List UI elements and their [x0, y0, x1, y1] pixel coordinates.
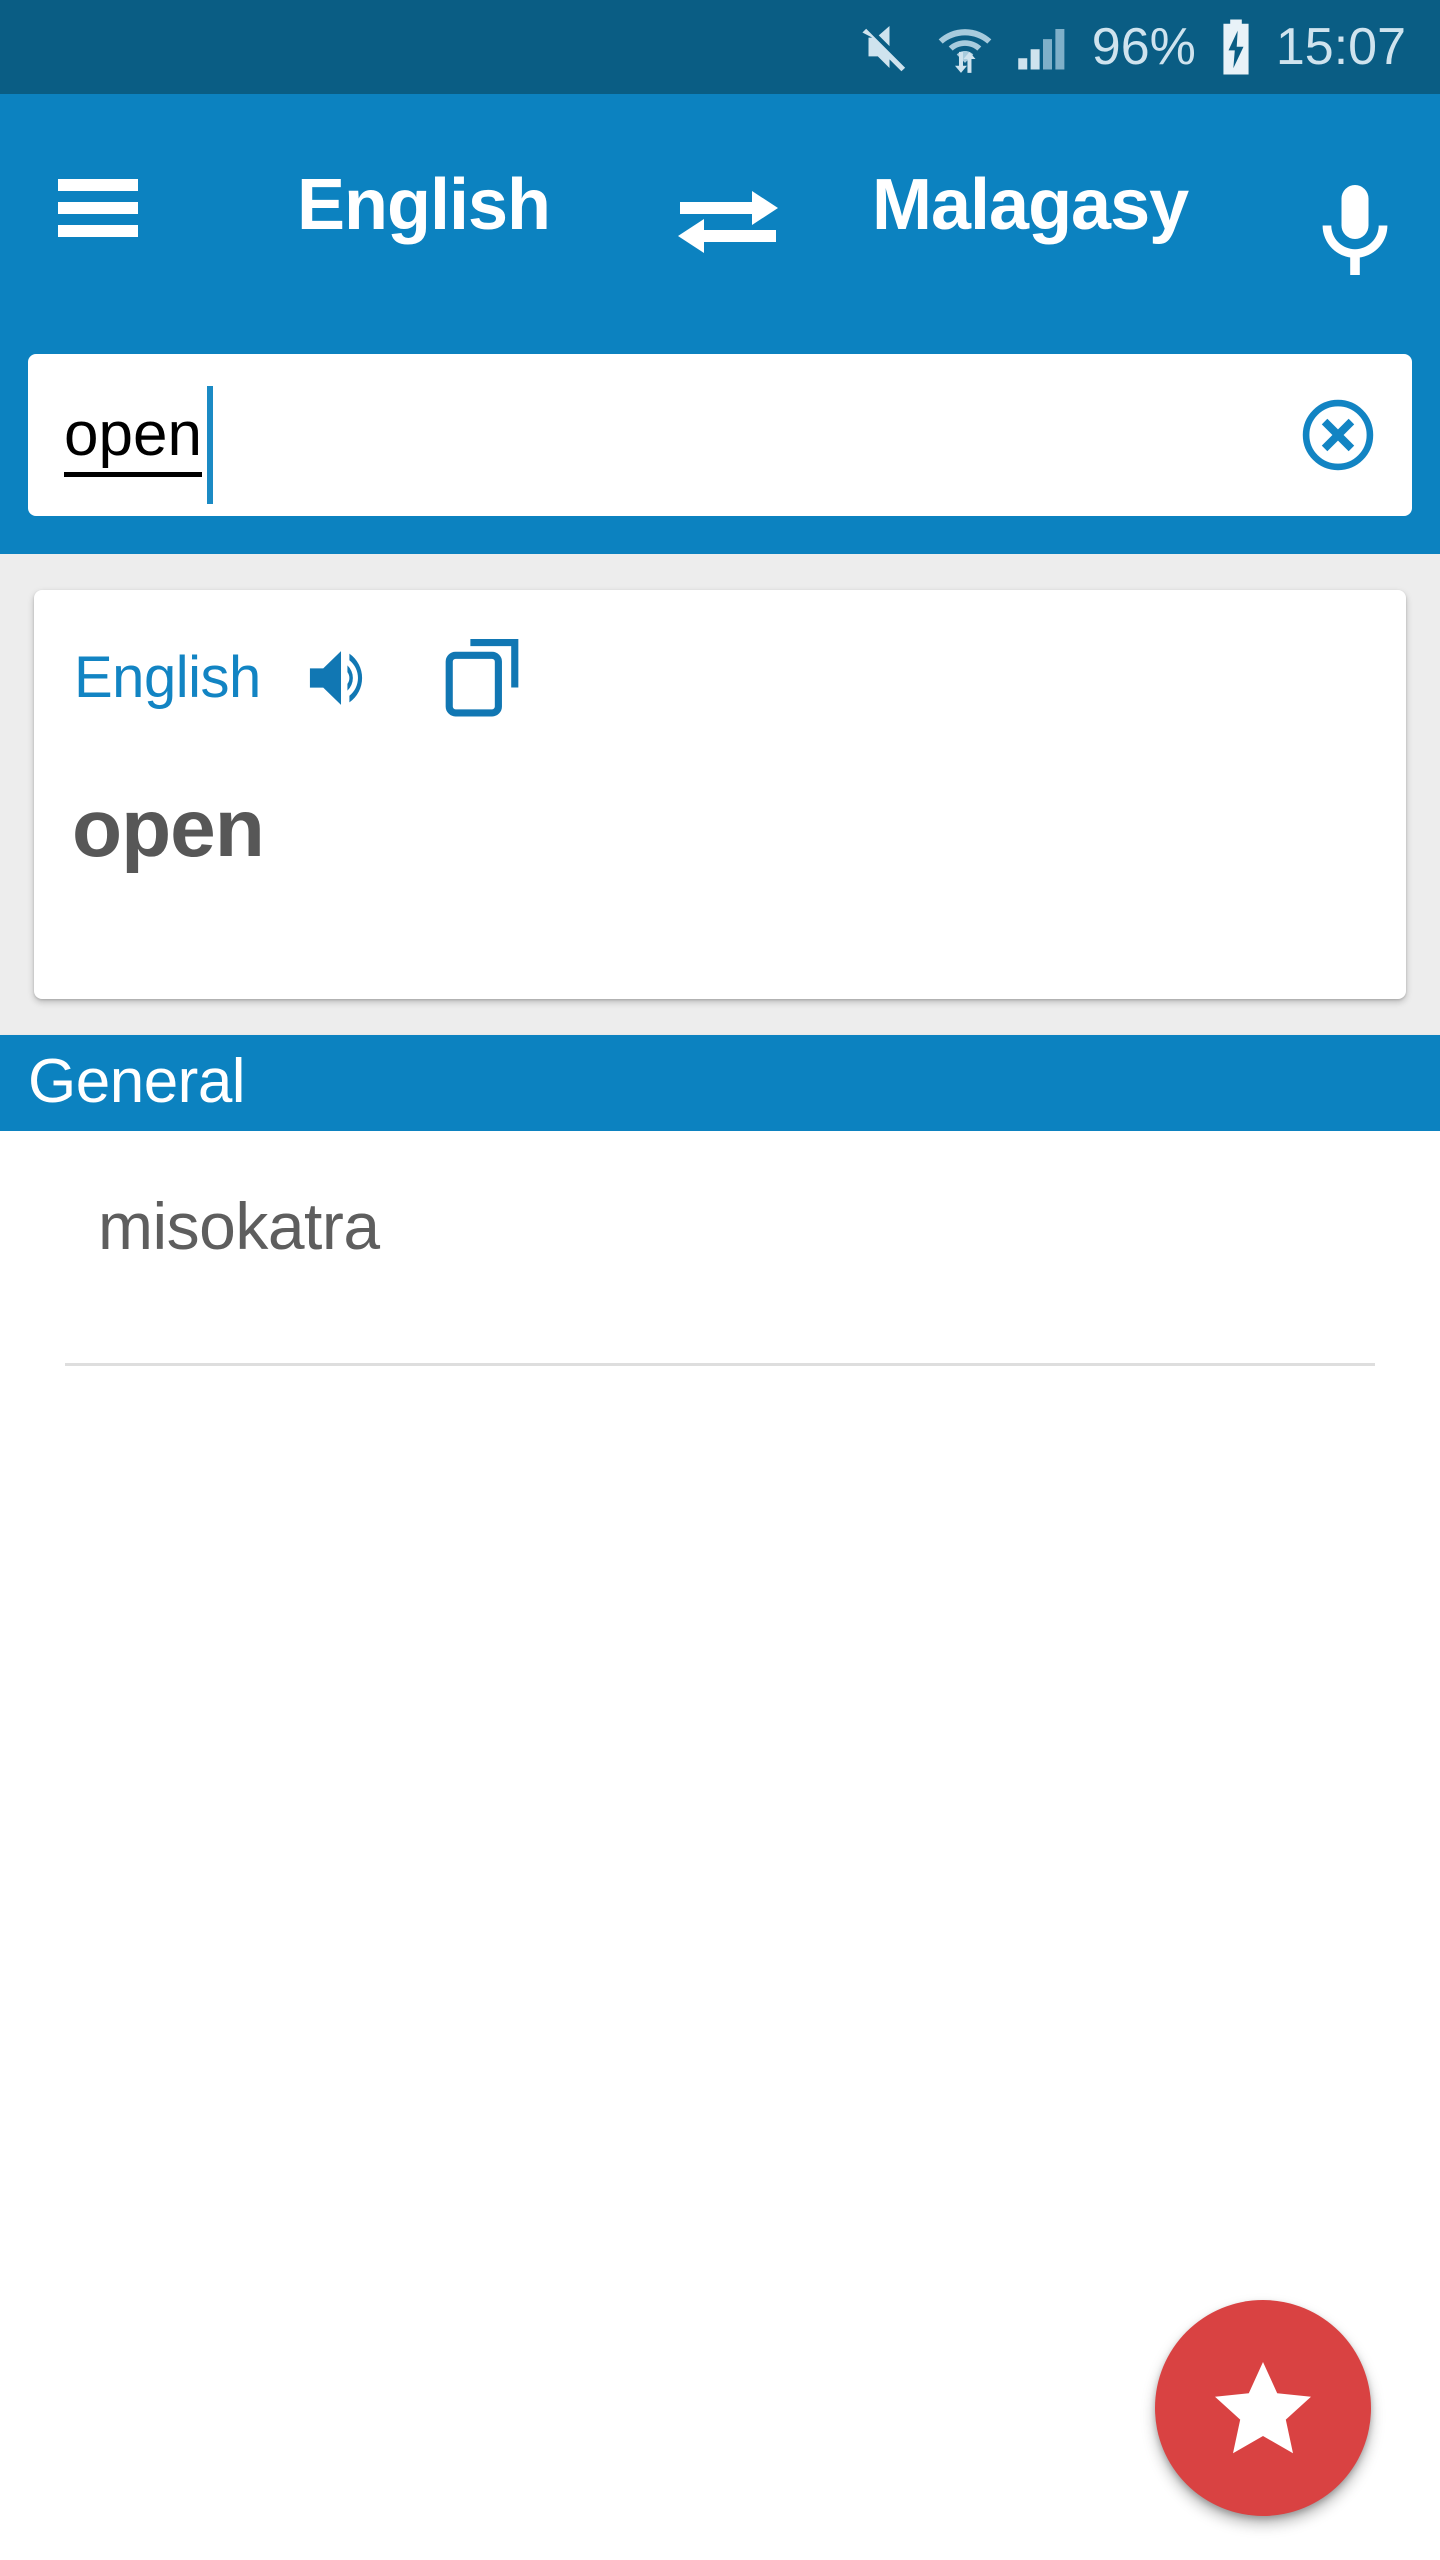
signal-bars-icon [1018, 29, 1065, 70]
phone-screen: 96% 15:07 English Malagasy open English … [0, 0, 1440, 2560]
favourites-fab[interactable] [1155, 2300, 1371, 2516]
results-scroll-area: English open General misokatra [0, 554, 1440, 2560]
source-language-selector[interactable]: English [297, 169, 551, 241]
search-input[interactable]: open [64, 404, 202, 477]
source-word-card[interactable]: English open [34, 590, 1406, 999]
swap-languages-icon [678, 191, 778, 253]
list-item[interactable]: misokatra [0, 1131, 1440, 1366]
hamburger-bar [58, 202, 138, 214]
clock-label: 15:07 [1275, 18, 1406, 76]
text-cursor [207, 386, 213, 504]
microphone-icon [1322, 185, 1388, 275]
target-language-selector[interactable]: Malagasy [872, 169, 1189, 241]
search-field-container[interactable]: open [28, 354, 1412, 516]
section-title: General [28, 1047, 246, 1116]
hamburger-menu-icon[interactable] [58, 179, 138, 237]
source-card-zone: English open [0, 554, 1440, 1035]
source-card-language-label: English [74, 645, 261, 710]
list-divider [65, 1363, 1375, 1366]
battery-charging-icon [1223, 19, 1249, 75]
pronounce-button[interactable] [305, 647, 379, 709]
search-input-wrapper[interactable]: open [28, 354, 1412, 516]
status-bar: 96% 15:07 [0, 0, 1440, 94]
results-section-header: General [0, 1035, 1440, 1131]
source-word: open [72, 783, 265, 874]
speaker-volume-icon [309, 651, 362, 705]
voice-input-button[interactable] [1310, 182, 1400, 278]
star-icon [1215, 2362, 1311, 2454]
clear-circle-x-icon [1302, 399, 1374, 471]
app-bar: English Malagasy open [0, 94, 1440, 554]
translation-term: misokatra [98, 1189, 380, 1263]
status-bar-icons: 96% 15:07 [858, 18, 1406, 76]
battery-percent-label: 96% [1091, 18, 1196, 76]
mute-icon [862, 26, 905, 72]
copy-icon [445, 639, 519, 717]
copy-button[interactable] [445, 638, 519, 718]
hamburger-bar [58, 179, 138, 191]
clear-search-button[interactable] [1300, 397, 1376, 473]
swap-languages-button[interactable] [672, 182, 784, 262]
hamburger-bar [58, 225, 138, 237]
source-card-header: English [74, 638, 519, 718]
wifi-transfer-icon [938, 29, 992, 73]
